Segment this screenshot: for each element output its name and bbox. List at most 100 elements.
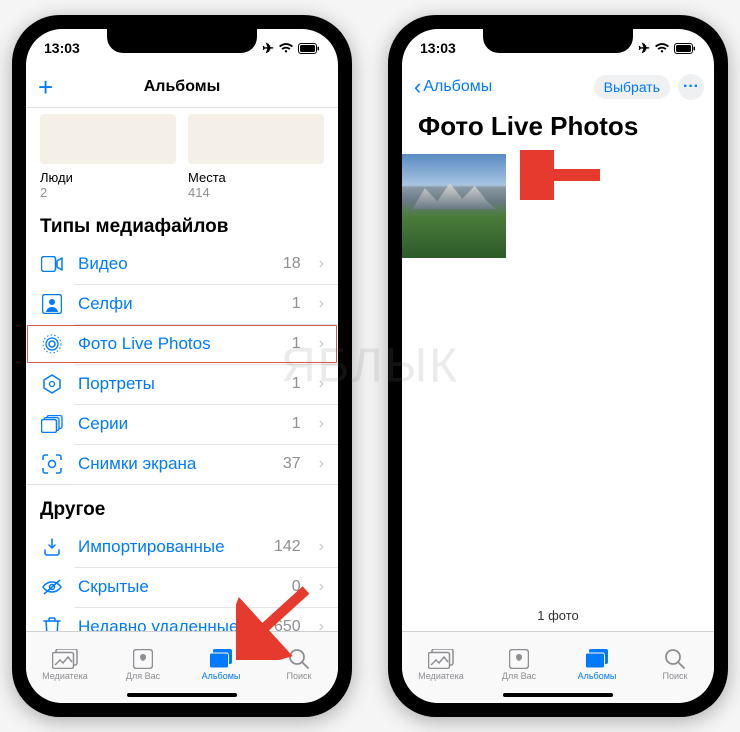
section-media-types: Типы медиафайлов <box>26 210 338 244</box>
row-count: 18 <box>283 255 301 273</box>
trash-icon <box>40 616 64 631</box>
wifi-icon <box>654 43 670 54</box>
chevron-right-icon: › <box>319 295 324 313</box>
tab-label: Альбомы <box>202 671 241 681</box>
status-icons: ✈︎ <box>638 40 696 57</box>
more-icon: ··· <box>683 78 699 96</box>
chevron-right-icon: › <box>319 455 324 473</box>
tab-label: Медиатека <box>42 671 88 681</box>
battery-icon <box>298 43 320 54</box>
chevron-right-icon: › <box>319 255 324 273</box>
search-icon <box>665 648 685 670</box>
tab-label: Поиск <box>663 671 688 681</box>
home-indicator[interactable] <box>127 693 237 697</box>
photo-thumbnail[interactable] <box>402 154 506 258</box>
tab-search[interactable]: Поиск <box>260 632 338 691</box>
people-thumb <box>40 114 176 164</box>
library-icon <box>428 648 454 670</box>
select-button[interactable]: Выбрать <box>594 75 670 99</box>
tab-library[interactable]: Медиатека <box>402 632 480 691</box>
livephoto-icon <box>40 333 64 355</box>
notch <box>107 29 257 53</box>
row-label: Селфи <box>78 294 278 314</box>
album-count: 414 <box>188 185 324 200</box>
albums-icon <box>585 648 609 670</box>
row-recently-deleted[interactable]: Недавно удаленные 650 › <box>26 607 338 631</box>
page-title: Фото Live Photos <box>402 107 714 154</box>
row-label: Портреты <box>78 374 278 394</box>
phone-right: 13:03 ✈︎ ‹ Альбомы Выбрать ··· Фото Live… <box>388 15 728 717</box>
tab-label: Для Вас <box>126 671 160 681</box>
album-count: 2 <box>40 185 176 200</box>
wifi-icon <box>278 43 294 54</box>
tab-search[interactable]: Поиск <box>636 632 714 691</box>
album-name: Люди <box>40 170 176 185</box>
status-time: 13:03 <box>420 40 456 56</box>
add-button[interactable]: + <box>38 74 53 100</box>
chevron-right-icon: › <box>319 538 324 556</box>
selfie-icon <box>40 293 64 315</box>
row-label: Фото Live Photos <box>78 334 278 354</box>
row-count: 0 <box>292 578 301 596</box>
tab-label: Поиск <box>287 671 312 681</box>
album-name: Места <box>188 170 324 185</box>
tab-albums[interactable]: Альбомы <box>558 632 636 691</box>
albums-row: Люди 2 Места 414 <box>26 108 338 210</box>
back-label: Альбомы <box>423 78 492 96</box>
nav-header: ‹ Альбомы Выбрать ··· <box>402 67 714 107</box>
airplane-icon: ✈︎ <box>262 40 274 57</box>
row-selfie[interactable]: Селфи 1 › <box>26 284 338 324</box>
row-count: 1 <box>292 295 301 313</box>
row-video[interactable]: Видео 18 › <box>26 244 338 284</box>
row-hidden[interactable]: Скрытые 0 › <box>26 567 338 607</box>
tab-albums[interactable]: Альбомы <box>182 632 260 691</box>
home-indicator[interactable] <box>503 693 613 697</box>
tab-foryou[interactable]: Для Вас <box>104 632 182 691</box>
airplane-icon: ✈︎ <box>638 40 650 57</box>
notch <box>483 29 633 53</box>
album-places[interactable]: Места 414 <box>188 114 324 200</box>
row-count: 650 <box>274 618 301 631</box>
library-icon <box>52 648 78 670</box>
nav-header: + Альбомы <box>26 67 338 108</box>
row-portraits[interactable]: Портреты 1 › <box>26 364 338 404</box>
phone-left: 13:03 ✈︎ + Альбомы Люди 2 <box>12 15 352 717</box>
row-label: Недавно удаленные <box>78 617 260 631</box>
status-time: 13:03 <box>44 40 80 56</box>
portrait-icon <box>40 373 64 395</box>
row-live-photos[interactable]: Фото Live Photos 1 › <box>26 324 338 364</box>
row-label: Серии <box>78 414 278 434</box>
tab-label: Альбомы <box>578 671 617 681</box>
row-screenshots[interactable]: Снимки экрана 37 › <box>26 444 338 484</box>
chevron-right-icon: › <box>319 415 324 433</box>
search-icon <box>289 648 309 670</box>
burst-icon <box>40 413 64 435</box>
hidden-icon <box>40 576 64 598</box>
chevron-right-icon: › <box>319 375 324 393</box>
chevron-left-icon: ‹ <box>414 74 421 100</box>
more-button[interactable]: ··· <box>678 74 704 100</box>
chevron-right-icon: › <box>319 618 324 631</box>
tab-foryou[interactable]: Для Вас <box>480 632 558 691</box>
battery-icon <box>674 43 696 54</box>
row-count: 142 <box>274 538 301 556</box>
import-icon <box>40 536 64 558</box>
tab-library[interactable]: Медиатека <box>26 632 104 691</box>
foryou-icon <box>133 648 153 670</box>
album-people[interactable]: Люди 2 <box>40 114 176 200</box>
foryou-icon <box>509 648 529 670</box>
row-count: 1 <box>292 415 301 433</box>
chevron-right-icon: › <box>319 335 324 353</box>
photo-count: 1 фото <box>402 596 714 631</box>
row-count: 1 <box>292 375 301 393</box>
row-count: 1 <box>292 335 301 353</box>
row-label: Снимки экрана <box>78 454 269 474</box>
back-button[interactable]: ‹ Альбомы <box>414 74 492 100</box>
photo-grid <box>402 154 714 258</box>
row-imported[interactable]: Импортированные 142 › <box>26 527 338 567</box>
video-icon <box>40 253 64 275</box>
places-thumb <box>188 114 324 164</box>
row-burst[interactable]: Серии 1 › <box>26 404 338 444</box>
tab-label: Для Вас <box>502 671 536 681</box>
chevron-right-icon: › <box>319 578 324 596</box>
